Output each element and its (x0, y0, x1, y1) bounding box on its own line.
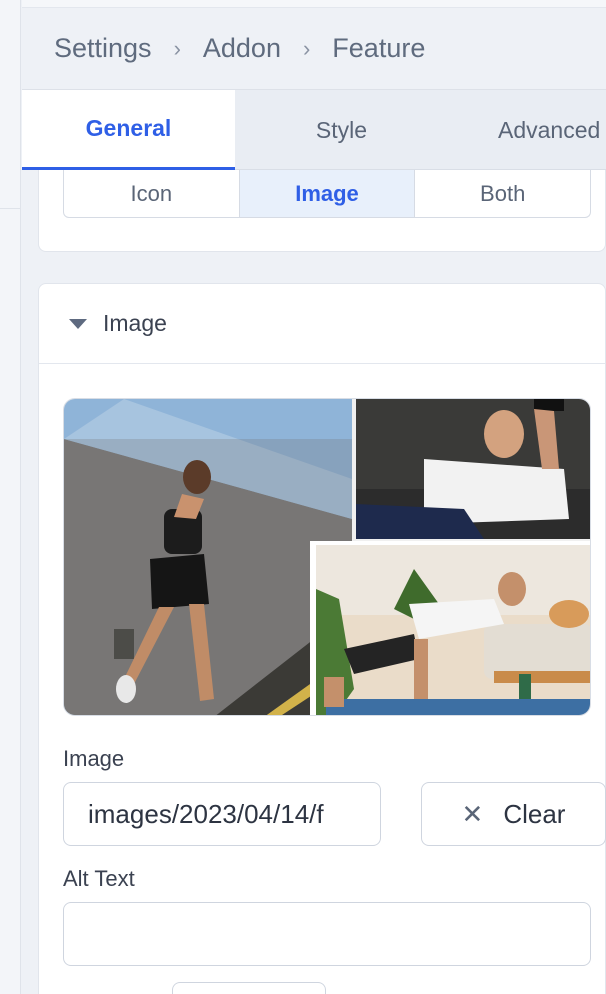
settings-panel: Settings › Addon › Feature General Style… (22, 0, 606, 994)
alt-text-input[interactable] (63, 902, 591, 966)
next-control-partial[interactable] (172, 982, 326, 994)
image-section-card: Image Image images/2023/04/14/f ✕ Clear … (38, 283, 606, 994)
media-type-segmented-control: Icon Image Both (63, 170, 591, 218)
media-type-both-button[interactable]: Both (415, 170, 590, 217)
clear-image-button[interactable]: ✕ Clear (421, 782, 606, 846)
caret-down-icon (69, 318, 87, 329)
tab-style[interactable]: Style (235, 90, 448, 170)
breadcrumb: Settings › Addon › Feature (22, 8, 606, 90)
alt-text-label: Alt Text (63, 866, 135, 891)
chevron-right-icon: › (173, 35, 181, 61)
clear-button-label: Clear (503, 798, 566, 829)
media-type-card: Icon Image Both (38, 170, 606, 252)
chevron-right-icon: › (302, 35, 311, 61)
media-type-image-button[interactable]: Image (239, 170, 416, 217)
panel-top-edge (22, 0, 606, 8)
tab-bar: General Style Advanced (22, 90, 606, 170)
image-preview-collage (64, 399, 590, 715)
breadcrumb-feature: Feature (332, 33, 426, 63)
image-field-label: Image (63, 746, 125, 771)
breadcrumb-settings[interactable]: Settings (54, 33, 152, 64)
image-preview (63, 398, 591, 716)
image-path-input[interactable] (63, 782, 381, 846)
media-type-icon-button[interactable]: Icon (64, 170, 240, 217)
gutter-divider (0, 208, 21, 209)
image-section-header[interactable]: Image (39, 284, 605, 364)
tab-advanced[interactable]: Advanced (448, 90, 606, 170)
breadcrumb-addon[interactable]: Addon (203, 33, 281, 64)
tab-general[interactable]: General (22, 90, 235, 170)
image-section-title: Image (103, 310, 167, 336)
left-gutter (0, 0, 21, 994)
close-icon: ✕ (461, 798, 484, 829)
